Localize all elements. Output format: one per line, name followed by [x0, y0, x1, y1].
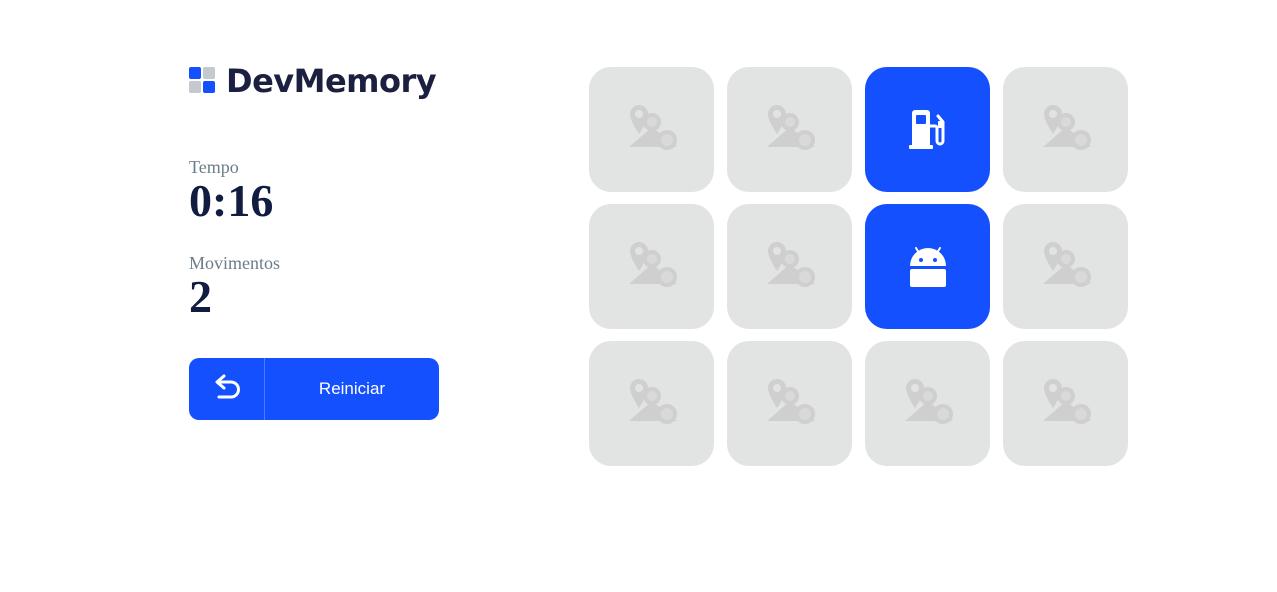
memory-card-hidden[interactable] — [589, 67, 714, 192]
placeholder-icon — [1039, 103, 1093, 157]
card-grid — [589, 67, 1128, 466]
android-icon — [906, 245, 950, 289]
moves-label: Movimentos — [189, 253, 281, 273]
memory-card-hidden[interactable] — [1003, 341, 1128, 466]
memory-card-hidden[interactable] — [727, 204, 852, 329]
memory-card-hidden[interactable] — [1003, 204, 1128, 329]
info-panel: DevMemory Tempo 0:16 Movimentos 2 Reinic… — [189, 60, 439, 420]
placeholder-icon — [901, 377, 955, 431]
undo-arrow-icon — [215, 374, 240, 399]
logo-square — [203, 81, 215, 93]
restart-button[interactable]: Reiniciar — [189, 358, 439, 420]
placeholder-icon — [763, 240, 817, 294]
memory-card-hidden[interactable] — [1003, 67, 1128, 192]
placeholder-icon — [1039, 377, 1093, 431]
memory-card-hidden[interactable] — [727, 341, 852, 466]
logo-mark-icon — [189, 67, 217, 95]
placeholder-icon — [625, 240, 679, 294]
time-label: Tempo — [189, 157, 239, 177]
moves-value: 2 — [189, 271, 212, 322]
game-page: DevMemory Tempo 0:16 Movimentos 2 Reinic… — [0, 0, 1277, 592]
memory-card-hidden[interactable] — [589, 341, 714, 466]
moves-stat: Movimentos 2 — [189, 253, 439, 321]
memory-card-revealed[interactable] — [865, 67, 990, 192]
memory-card-hidden[interactable] — [589, 204, 714, 329]
restart-label: Reiniciar — [318, 379, 386, 398]
placeholder-icon — [1039, 240, 1093, 294]
memory-card-hidden[interactable] — [727, 67, 852, 192]
placeholder-icon — [625, 377, 679, 431]
time-stat: Tempo 0:16 — [189, 157, 439, 225]
gas-station-icon — [906, 108, 950, 152]
logo-text: DevMemory — [226, 62, 437, 100]
placeholder-icon — [625, 103, 679, 157]
logo: DevMemory — [189, 60, 439, 102]
logo-square — [203, 67, 215, 79]
restart-icon-area — [189, 358, 265, 420]
placeholder-icon — [763, 377, 817, 431]
memory-card-hidden[interactable] — [865, 341, 990, 466]
memory-card-revealed[interactable] — [865, 204, 990, 329]
time-value: 0:16 — [189, 175, 274, 226]
logo-square — [189, 81, 201, 93]
logo-square — [189, 67, 201, 79]
placeholder-icon — [763, 103, 817, 157]
